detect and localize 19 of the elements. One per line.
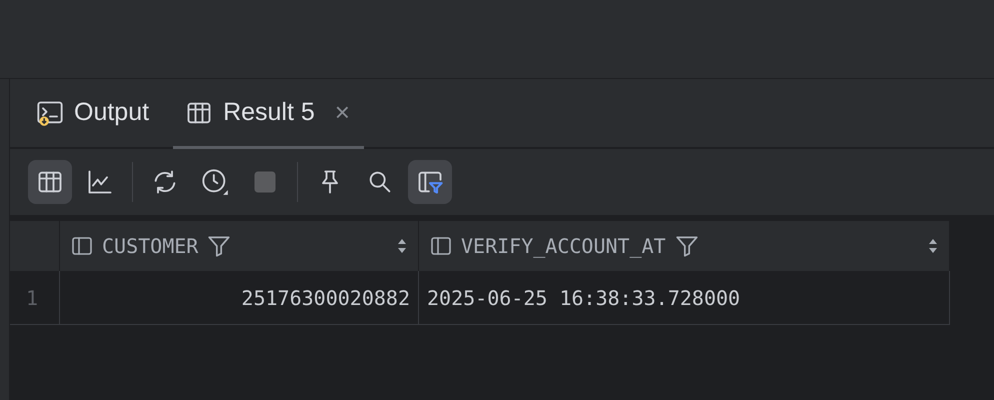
tab[interactable]: Result 5 ×: [173, 79, 364, 149]
tab[interactable]: Output: [24, 79, 164, 149]
column-title: VERIFY_ACCOUNT_AT: [461, 234, 666, 258]
close-button[interactable]: ×: [334, 97, 350, 128]
console-icon: [36, 98, 64, 126]
column-icon: [70, 234, 94, 258]
sort-icon[interactable]: [927, 237, 939, 255]
column-title: CUSTOMER: [102, 234, 198, 258]
table-cell: 25176300020882: [60, 271, 419, 325]
column-header[interactable]: VERIFY_ACCOUNT_AT: [419, 221, 950, 271]
sort-icon[interactable]: [396, 237, 408, 255]
column-icon: [429, 234, 453, 258]
toolbar-button[interactable]: [408, 160, 452, 204]
clock-icon: [201, 168, 229, 196]
toolbar-button[interactable]: [28, 160, 72, 204]
row-number: 1: [10, 271, 60, 325]
table-cell: 2025-06-25 16:38:33.728000: [419, 271, 950, 325]
column-header[interactable]: CUSTOMER: [60, 221, 419, 271]
line-chart-icon: [86, 168, 114, 196]
